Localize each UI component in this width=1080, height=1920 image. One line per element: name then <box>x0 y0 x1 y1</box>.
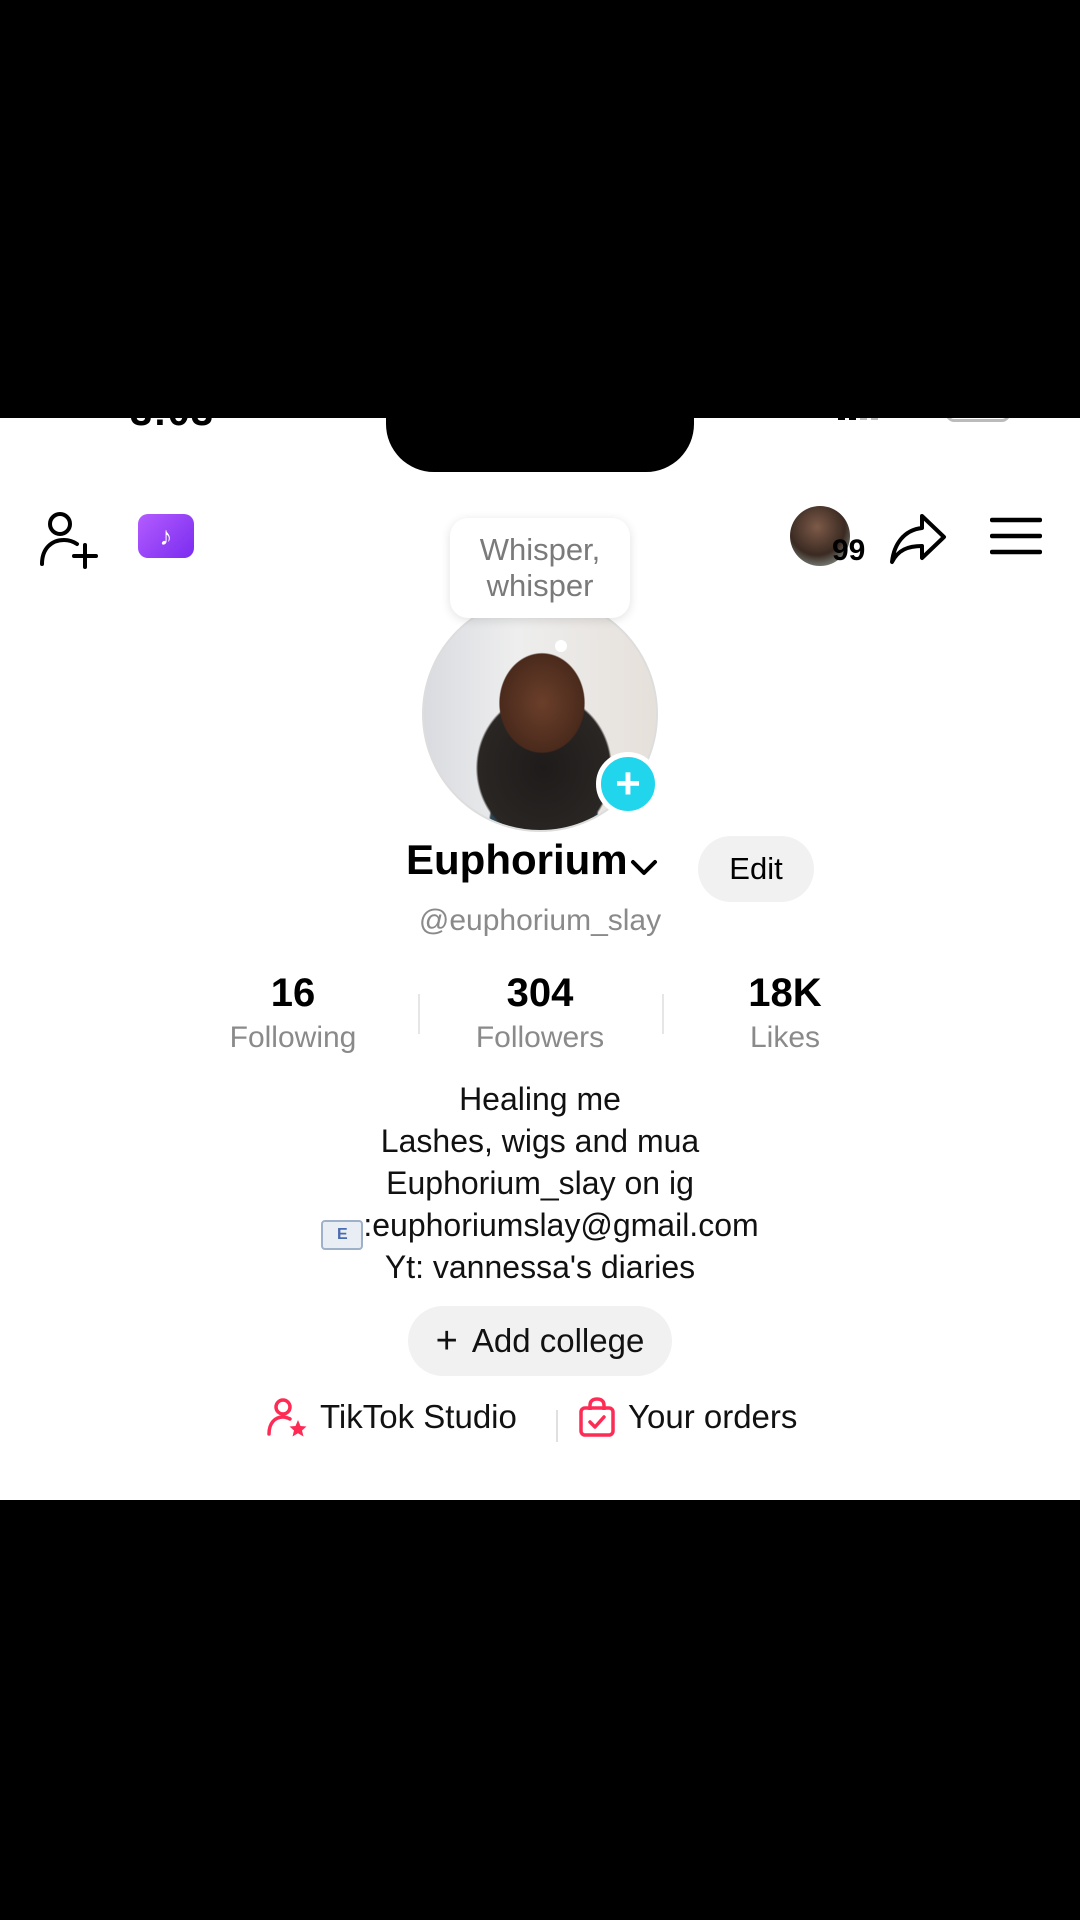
stat-divider <box>662 994 664 1034</box>
add-story-button[interactable]: + <box>596 752 660 816</box>
followers-count: 304 <box>506 971 574 1015</box>
share-icon <box>890 514 946 564</box>
your-orders-label: Your orders <box>628 1398 798 1435</box>
share-button[interactable] <box>888 510 948 566</box>
tiktok-badge-icon: ♪ <box>159 520 173 551</box>
add-college-button[interactable]: + Add college <box>408 1306 672 1376</box>
followers-label: Followers <box>475 1021 605 1054</box>
add-friend-icon <box>40 512 98 569</box>
shopping-bag-icon <box>579 1397 615 1437</box>
profile-screen: 3:03 ♪ 99 Whisper,whisper + Eup <box>0 418 1080 1500</box>
status-icons <box>838 418 1010 422</box>
creator-star-icon <box>267 1398 307 1437</box>
note-bubble[interactable]: Whisper, whisper <box>450 518 630 618</box>
dynamic-island <box>386 418 694 472</box>
bottom-black-area <box>0 1500 1080 1920</box>
bio-line: Healing me <box>459 1081 621 1117</box>
tiktok-studio-label: TikTok Studio <box>320 1398 517 1435</box>
chevron-down-icon[interactable] <box>628 852 660 884</box>
username-handle: @euphorium_slay <box>418 904 662 937</box>
links-divider <box>556 1410 558 1442</box>
stat-likes[interactable]: 18K Likes <box>685 968 885 1056</box>
menu-button[interactable] <box>990 514 1042 558</box>
add-friend-button[interactable] <box>38 508 102 572</box>
friend-count: 99 <box>832 534 866 567</box>
bio-line-email: E:euphoriumslay@gmail.com <box>0 1204 1080 1250</box>
note-bubble-tail <box>555 640 567 652</box>
likes-label: Likes <box>749 1021 821 1054</box>
bio: Healing me Lashes, wigs and mua Euphoriu… <box>0 1078 1080 1288</box>
email-emoji-icon: E <box>321 1220 364 1250</box>
tiktok-badge-button[interactable]: ♪ <box>138 514 194 558</box>
following-count: 16 <box>270 971 316 1015</box>
plus-icon: + <box>615 759 641 808</box>
note-text: Whisper, whisper <box>479 532 601 603</box>
likes-count: 18K <box>748 971 822 1015</box>
your-orders-link[interactable]: Your orders <box>578 1396 797 1438</box>
signal-icon <box>838 418 878 420</box>
name-row: Euphorium Edit <box>0 836 1080 906</box>
bio-line: Euphorium_slay on ig <box>386 1165 694 1201</box>
add-college-label: Add college <box>471 1322 645 1359</box>
stat-divider <box>418 994 420 1034</box>
bio-line: Yt: vannessa's diaries <box>384 1249 696 1285</box>
following-label: Following <box>229 1021 357 1054</box>
battery-icon <box>946 418 1010 422</box>
bio-line: Lashes, wigs and mua <box>380 1123 700 1159</box>
top-black-area <box>0 0 1080 418</box>
tiktok-studio-link[interactable]: TikTok Studio <box>266 1396 517 1438</box>
menu-icon <box>990 517 1042 555</box>
stat-following[interactable]: 16 Following <box>193 968 393 1056</box>
bio-email: :euphoriumslay@gmail.com <box>363 1207 759 1243</box>
stat-followers[interactable]: 304 Followers <box>440 968 640 1056</box>
status-time: 3:03 <box>130 418 214 435</box>
profile-links: TikTok Studio Your orders <box>0 1396 1080 1456</box>
edit-profile-button[interactable]: Edit <box>698 836 814 902</box>
plus-icon: + <box>435 1320 458 1362</box>
display-name[interactable]: Euphorium <box>406 836 628 884</box>
